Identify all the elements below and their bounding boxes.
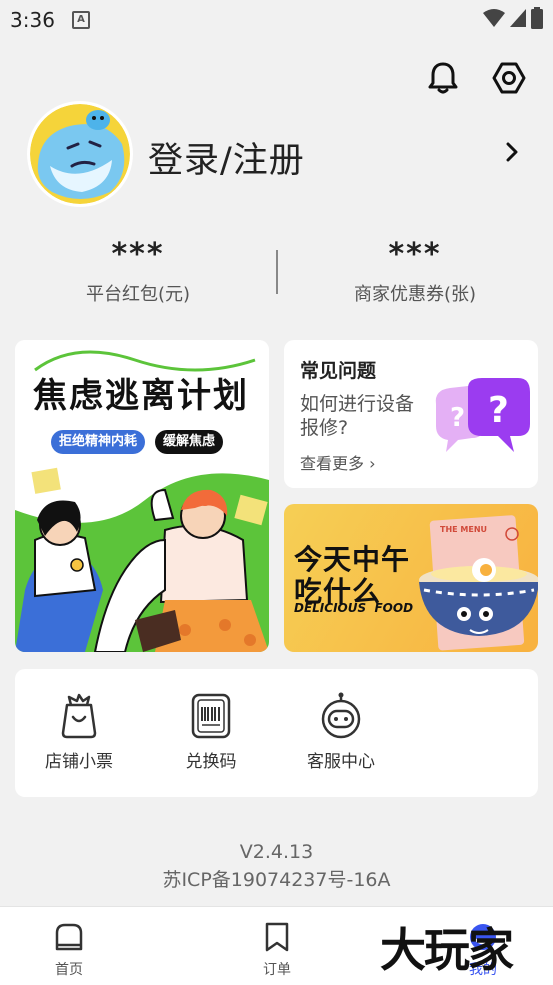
stat-merchant-coupons[interactable]: *** 商家优惠券(张) xyxy=(277,240,553,306)
faq-more-link[interactable]: 查看更多 › xyxy=(300,450,376,474)
header-actions xyxy=(425,58,527,98)
system-icons xyxy=(483,7,543,29)
menu-label: THE MENU xyxy=(440,525,487,534)
service-label: 店铺小票 xyxy=(45,752,113,772)
icp-text: 苏ICP备19074237号-16A xyxy=(162,869,391,891)
wifi-icon xyxy=(483,9,505,27)
status-time: 3:36 xyxy=(10,8,55,32)
bell-button[interactable] xyxy=(425,58,461,98)
barcode-icon xyxy=(191,693,231,739)
service-label: 客服中心 xyxy=(307,752,375,772)
service-label: 兑换码 xyxy=(185,752,237,772)
watermark-logo: 大玩家 xyxy=(380,923,514,977)
faq-card[interactable]: 常见问题 如何进行设备报修? 查看更多 › ? ? xyxy=(284,340,538,488)
avatar-mascot-image xyxy=(30,104,130,204)
notification-a-icon: A xyxy=(72,11,90,29)
svg-text:?: ? xyxy=(488,390,509,431)
stat-value: *** xyxy=(388,237,442,272)
settings-button[interactable] xyxy=(491,58,527,98)
home-icon xyxy=(55,923,83,951)
tab-home[interactable]: 首页 xyxy=(24,921,114,979)
tab-label: 订单 xyxy=(263,962,291,978)
login-register-link[interactable]: 登录/注册 xyxy=(148,132,305,183)
banner-title: 焦虑逃离计划 xyxy=(33,376,249,416)
avatar[interactable] xyxy=(30,104,130,204)
banner-tag: 拒绝精神内耗 xyxy=(51,430,146,454)
lunch-title: 今天中午 吃什么 xyxy=(294,543,411,608)
robot-service-icon xyxy=(321,692,361,739)
settings-hex-icon xyxy=(492,62,526,94)
faq-heading: 常见问题 xyxy=(300,360,377,382)
app-version-info: V2.4.13 苏ICP备19074237号-16A xyxy=(0,838,553,894)
stat-label: 商家优惠券(张) xyxy=(353,284,477,305)
svg-text:?: ? xyxy=(450,403,465,433)
tab-orders[interactable]: 订单 xyxy=(232,921,322,979)
stat-value: *** xyxy=(111,237,165,272)
service-customer-center[interactable]: 客服中心 xyxy=(291,691,391,772)
battery-icon xyxy=(531,7,543,29)
lunch-banner[interactable]: THE MENU 今天中午 吃什么 DELICIOUS FOOD xyxy=(284,504,538,652)
faq-question: 如何进行设备报修? xyxy=(300,393,415,439)
stat-platform-redpacket[interactable]: *** 平台红包(元) xyxy=(0,240,276,306)
service-store-receipt[interactable]: 店铺小票 xyxy=(29,691,129,772)
question-bubbles-icon: ? ? xyxy=(435,378,530,452)
bookmark-icon xyxy=(265,922,289,952)
status-bar: 3:36 A xyxy=(0,0,553,38)
anxiety-escape-banner[interactable]: 焦虑逃离计划 拒绝精神内耗 缓解焦虑 xyxy=(15,340,269,652)
chevron-right-icon[interactable] xyxy=(504,140,520,164)
signal-icon xyxy=(510,9,526,27)
profile-row[interactable]: 登录/注册 xyxy=(30,104,530,208)
service-redeem-code[interactable]: 兑换码 xyxy=(161,691,261,772)
bell-icon xyxy=(428,62,458,94)
version-text: V2.4.13 xyxy=(239,841,314,863)
banner-tag: 缓解焦虑 xyxy=(155,430,224,454)
tab-label: 首页 xyxy=(55,962,83,978)
stat-label: 平台红包(元) xyxy=(85,284,191,305)
receipt-bag-icon xyxy=(61,693,97,739)
services-panel: 店铺小票 兑换码 客服中心 xyxy=(15,669,538,797)
lunch-subtitle: DELICIOUS FOOD xyxy=(294,601,414,615)
wallet-stats: *** 平台红包(元) *** 商家优惠券(张) xyxy=(0,240,553,310)
